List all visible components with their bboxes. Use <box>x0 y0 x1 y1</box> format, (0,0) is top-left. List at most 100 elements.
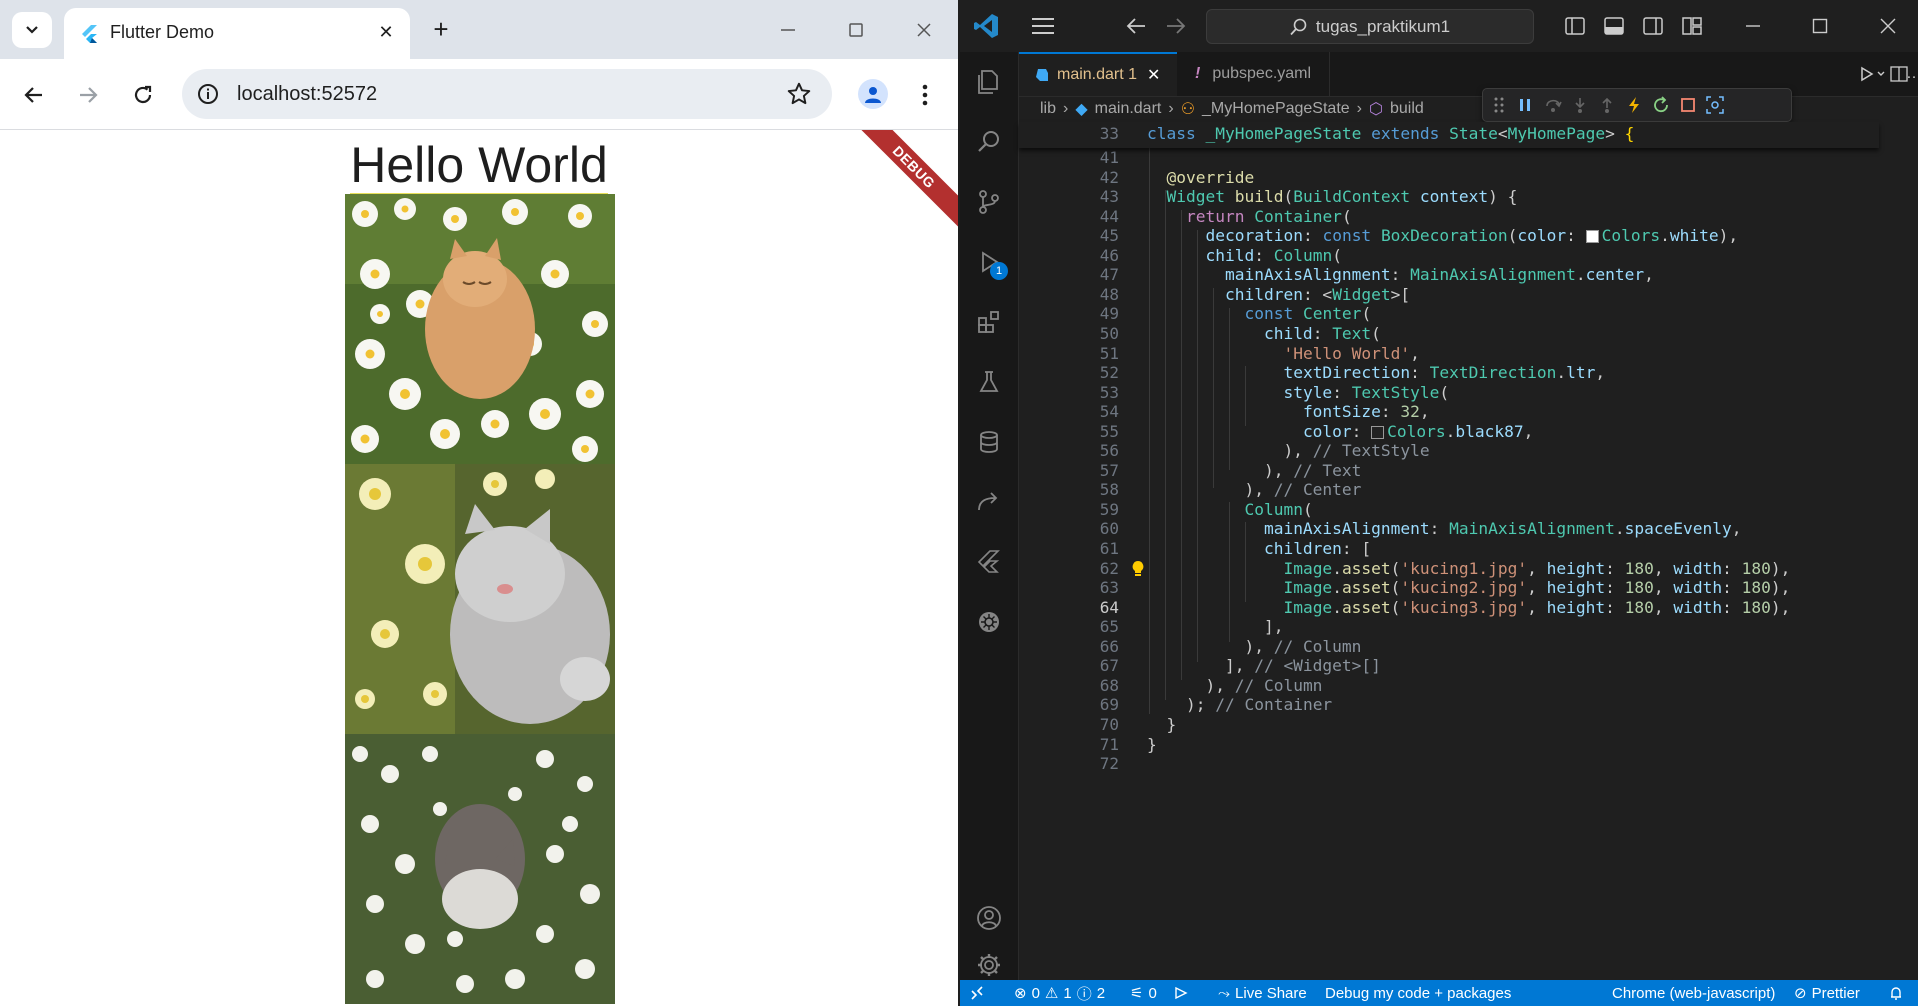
hot-reload-icon[interactable] <box>1624 95 1644 115</box>
database-icon[interactable] <box>960 418 1018 466</box>
line-number: 68 <box>1099 675 1119 695</box>
step-over-icon[interactable] <box>1543 95 1563 115</box>
notifications-bell-icon[interactable] <box>1888 980 1904 1006</box>
tab-label: pubspec.yaml <box>1212 65 1312 82</box>
vscode-logo-icon <box>972 12 1000 40</box>
maximize-button[interactable] <box>836 14 876 46</box>
problems-indicator[interactable]: ⊗ 0 ⚠ 1 ⓘ 2 <box>1014 980 1105 1006</box>
search-view-icon[interactable] <box>960 118 1018 166</box>
toggle-primary-sidebar-icon[interactable] <box>1563 14 1587 38</box>
live-share-status[interactable]: ⤳ Live Share <box>1218 980 1307 1006</box>
run-debug-dropdown-icon[interactable] <box>1858 64 1888 84</box>
bookmark-star-icon[interactable] <box>786 81 812 107</box>
debug-config-status[interactable]: Debug my code + packages <box>1325 980 1511 1006</box>
browser-menu-button[interactable] <box>910 77 940 113</box>
run-debug-icon[interactable]: 1 <box>960 238 1018 286</box>
nav-forward-icon[interactable] <box>1163 14 1189 38</box>
remote-indicator[interactable] <box>970 980 984 1006</box>
inspect-widget-icon[interactable] <box>1705 95 1725 115</box>
kubernetes-icon[interactable] <box>960 598 1018 646</box>
extensions-icon[interactable] <box>960 298 1018 346</box>
pause-icon[interactable] <box>1515 95 1535 115</box>
breadcrumb-method[interactable]: build <box>1390 100 1424 118</box>
code-line: ], // <Widget>[] <box>1147 656 1381 676</box>
more-actions-icon[interactable]: … <box>1906 64 1918 84</box>
workspace-name: tugas_praktikum1 <box>1315 16 1451 36</box>
error-icon: ⊗ <box>1014 985 1027 1002</box>
code-line: ], <box>1147 617 1284 637</box>
breadcrumb-file[interactable]: main.dart <box>1095 100 1162 118</box>
line-number: 70 <box>1099 714 1119 734</box>
live-share-icon[interactable] <box>960 478 1018 526</box>
lightbulb-icon[interactable] <box>1129 560 1147 578</box>
line-number: 60 <box>1099 519 1119 539</box>
tab-pubspec[interactable]: ! pubspec.yaml <box>1179 52 1330 96</box>
toggle-secondary-sidebar-icon[interactable] <box>1641 14 1665 38</box>
tab-search-button[interactable] <box>12 12 52 48</box>
cat-image-1 <box>345 194 615 464</box>
flutter-view-icon[interactable] <box>960 538 1018 586</box>
sticky-code-line: class _MyHomePageState extends State<MyH… <box>1147 124 1635 143</box>
line-number: 66 <box>1099 636 1119 656</box>
broadcast-icon: ⚟ <box>1130 985 1144 1002</box>
line-number: 43 <box>1099 187 1119 207</box>
testing-icon[interactable] <box>960 358 1018 406</box>
line-number: 46 <box>1099 245 1119 265</box>
breadcrumb-class[interactable]: _MyHomePageState <box>1202 100 1350 118</box>
sticky-scroll-header[interactable]: 33 class _MyHomePageState extends State<… <box>1019 122 1879 148</box>
explorer-icon[interactable] <box>960 58 1018 106</box>
source-control-icon[interactable] <box>960 178 1018 226</box>
close-icon[interactable] <box>1873 14 1903 38</box>
stop-icon[interactable] <box>1678 95 1698 115</box>
debug-toolbar <box>1482 88 1792 122</box>
tab-main-dart[interactable]: main.dart 1 ✕ <box>1019 52 1177 96</box>
toggle-panel-icon[interactable] <box>1602 14 1626 38</box>
new-tab-button[interactable]: + <box>426 14 456 44</box>
restart-icon[interactable] <box>1651 95 1671 115</box>
code-line: 'Hello World', <box>1283 343 1420 363</box>
breadcrumb-lib[interactable]: lib <box>1040 100 1056 118</box>
line-number: 59 <box>1099 499 1119 519</box>
step-into-icon[interactable] <box>1570 95 1590 115</box>
line-number: 57 <box>1099 460 1119 480</box>
code-line: Image.asset('kucing2.jpg', height: 180, … <box>1283 578 1791 598</box>
prettier-status[interactable]: ⊘ Prettier <box>1794 980 1860 1006</box>
close-tab-icon[interactable]: ✕ <box>1147 65 1160 85</box>
line-number: 49 <box>1099 304 1119 324</box>
reload-button[interactable] <box>125 77 161 113</box>
drag-handle-icon[interactable] <box>1489 95 1509 115</box>
hamburger-menu-icon[interactable] <box>1030 14 1056 38</box>
dart-icon: ◆ <box>1075 101 1088 118</box>
flutter-icon <box>82 25 97 43</box>
profile-avatar[interactable] <box>858 79 888 109</box>
debug-run-status[interactable] <box>1173 980 1189 1006</box>
close-tab-icon[interactable]: ✕ <box>374 20 398 44</box>
line-number: 69 <box>1099 695 1119 715</box>
arrow-left-icon <box>24 87 42 103</box>
line-number: 63 <box>1099 578 1119 598</box>
customize-layout-icon[interactable] <box>1680 14 1704 38</box>
forward-button[interactable] <box>70 77 106 113</box>
class-icon: ⚇ <box>1180 101 1196 118</box>
ports-indicator[interactable]: ⚟ 0 <box>1130 980 1157 1006</box>
settings-gear-icon[interactable] <box>960 950 1018 980</box>
back-button[interactable] <box>16 77 52 113</box>
command-center-search[interactable]: tugas_praktikum1 <box>1206 9 1534 44</box>
code-editor[interactable]: 33 class _MyHomePageState extends State<… <box>1019 122 1879 980</box>
accounts-icon[interactable] <box>960 894 1018 942</box>
maximize-icon[interactable] <box>1805 14 1835 38</box>
close-window-button[interactable] <box>904 14 944 46</box>
site-info-icon[interactable] <box>196 82 220 106</box>
minimize-button[interactable] <box>768 14 808 46</box>
address-bar[interactable]: localhost:52572 <box>182 69 832 119</box>
device-status[interactable]: Chrome (web-javascript) <box>1612 980 1775 1006</box>
browser-tab[interactable]: Flutter Demo ✕ <box>64 8 410 59</box>
code-line: Column( <box>1244 499 1313 519</box>
step-out-icon[interactable] <box>1597 95 1617 115</box>
minimize-icon[interactable] <box>1738 14 1768 38</box>
nav-back-icon[interactable] <box>1123 14 1149 38</box>
code-line: mainAxisAlignment: MainAxisAlignment.cen… <box>1224 265 1654 285</box>
error-count: 0 <box>1031 984 1040 1002</box>
more-vertical-icon <box>922 84 928 106</box>
cat-image-3 <box>345 734 615 1004</box>
